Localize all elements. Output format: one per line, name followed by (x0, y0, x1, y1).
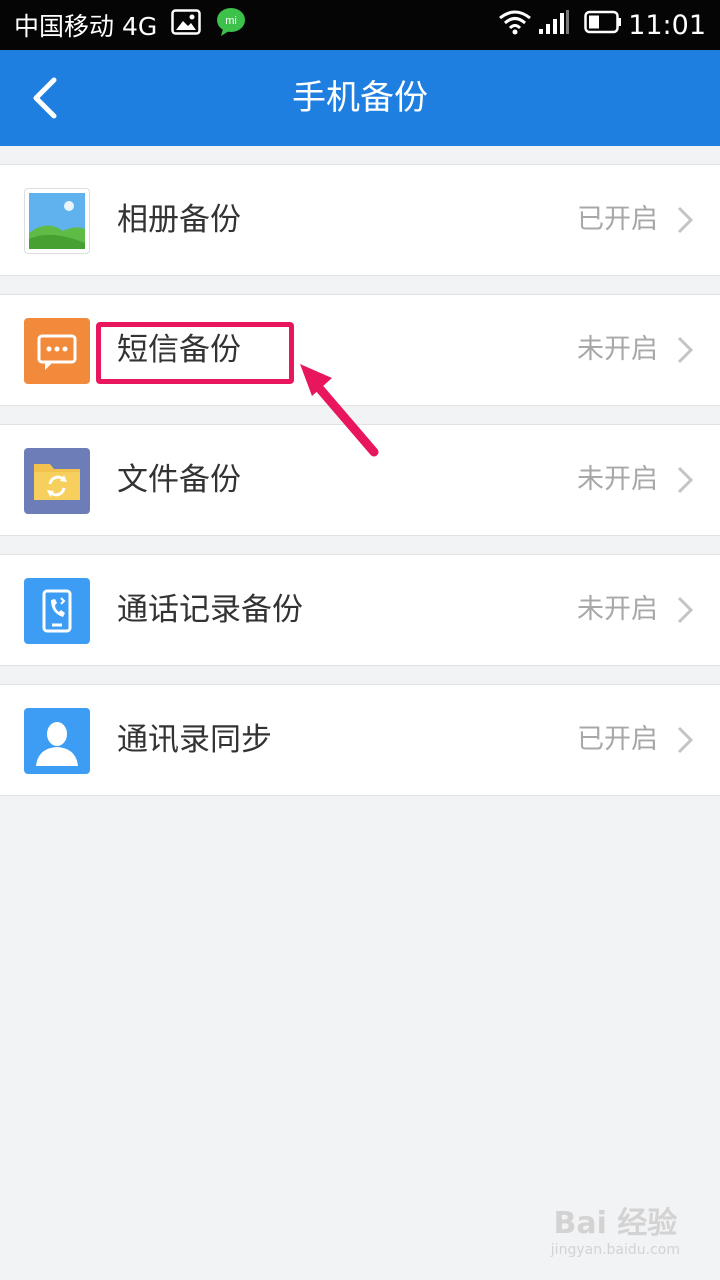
list-item-label: 相册备份 (117, 202, 241, 238)
status-text: 未开启 (577, 334, 658, 365)
baidu-watermark: Bai 经验 jingyan.baidu.com (551, 1198, 680, 1258)
carrier-label: 中国移动 4G (14, 12, 158, 41)
chevron-right-icon (677, 206, 694, 234)
list-item-label: 通讯录同步 (117, 722, 272, 758)
chevron-right-icon (677, 596, 694, 624)
watermark-url: jingyan.baidu.com (550, 1242, 680, 1258)
battery-icon (584, 10, 622, 40)
group-gap (0, 146, 720, 164)
list-item-contacts-sync[interactable]: 通讯录同步 已开启 (0, 684, 720, 796)
gallery-notification-icon (171, 9, 201, 41)
status-text: 已开启 (577, 204, 658, 235)
group-gap (0, 276, 720, 294)
watermark-logo-text: Bai 经验 (553, 1206, 678, 1241)
clock: 11:01 (628, 9, 706, 41)
pointer-arrow-icon (300, 364, 379, 457)
group-gap (0, 536, 720, 554)
call-log-icon (24, 578, 90, 644)
photo-icon (24, 188, 90, 254)
list-item-photo-backup[interactable]: 相册备份 已开启 (0, 164, 720, 276)
list-item-label: 文件备份 (117, 462, 241, 498)
status-left: 中国移动 4G mi (0, 7, 247, 43)
title-bar: 手机备份 (0, 50, 720, 146)
signal-icon (538, 9, 570, 41)
group-gap (0, 666, 720, 684)
mi-talk-icon: mi (215, 7, 247, 43)
highlight-box-annotation (96, 322, 294, 384)
wifi-icon (498, 9, 532, 41)
chevron-right-icon (677, 726, 694, 754)
status-bar: 中国移动 4G mi 11:01 (0, 0, 720, 50)
status-text: 已开启 (577, 724, 658, 755)
sms-icon (24, 318, 90, 384)
contacts-icon (24, 708, 90, 774)
chevron-right-icon (677, 466, 694, 494)
page-title: 手机备份 (292, 78, 428, 118)
mi-text: mi (225, 15, 237, 27)
chevron-right-icon (677, 336, 694, 364)
backup-list: 相册备份 已开启 短信备份 未开启 文件备份 未开启 通话记录备份 未开启 通讯… (0, 146, 720, 796)
status-right: 11:01 (484, 9, 720, 41)
status-text: 未开启 (577, 594, 658, 625)
status-text: 未开启 (577, 464, 658, 495)
list-item-label: 通话记录备份 (117, 592, 303, 628)
folder-sync-icon (24, 448, 90, 514)
list-item-call-log-backup[interactable]: 通话记录备份 未开启 (0, 554, 720, 666)
